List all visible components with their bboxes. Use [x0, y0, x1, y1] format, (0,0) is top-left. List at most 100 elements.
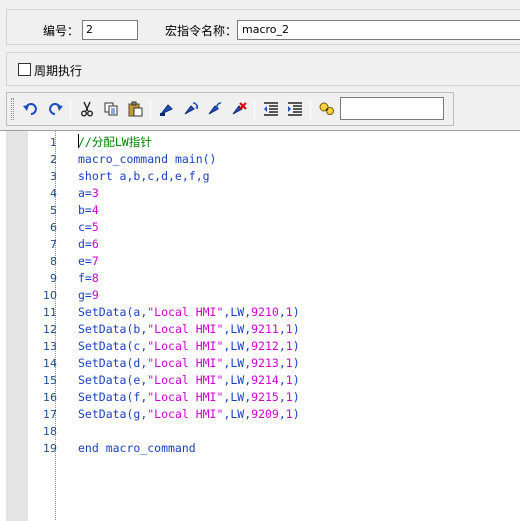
code-token: "Local HMI" — [147, 356, 224, 370]
code-text: SetData(d,"Local HMI",LW,9213,1) — [78, 355, 300, 372]
code-token: , — [278, 356, 286, 370]
code-token: 5 — [91, 220, 99, 234]
outdent-icon[interactable] — [260, 98, 282, 120]
code-token: ) — [292, 339, 300, 353]
code-text: g=9 — [78, 287, 99, 304]
line-number: 5 — [50, 204, 57, 217]
code-line: 4 a=3 — [0, 185, 520, 202]
code-token: 9215 — [251, 390, 279, 404]
code-text: //分配LW指针 — [78, 134, 152, 151]
line-number: 2 — [50, 153, 57, 166]
toolbar-grip[interactable] — [11, 98, 14, 120]
code-line: 11 SetData(a,"Local HMI",LW,9210,1) — [0, 304, 520, 321]
code-line: 12 SetData(b,"Local HMI",LW,9211,1) — [0, 321, 520, 338]
line-number: 16 — [43, 391, 57, 404]
code-token: , — [278, 390, 286, 404]
periodic-label[interactable]: 周期执行 — [34, 62, 82, 79]
indent-icon[interactable] — [284, 98, 306, 120]
code-text: SetData(c,"Local HMI",LW,9212,1) — [78, 338, 300, 355]
code-token: SetData — [78, 373, 127, 387]
undo-icon[interactable] — [20, 98, 42, 120]
cut-icon[interactable] — [76, 98, 98, 120]
macro-name-label: 宏指令名称： — [165, 24, 238, 38]
code-token: //分配LW指针 — [78, 135, 152, 149]
redo-icon[interactable] — [44, 98, 66, 120]
code-token: (a, — [126, 305, 148, 319]
code-text: e=7 — [78, 253, 99, 270]
macro-name-input[interactable]: macro_2 — [237, 20, 520, 40]
code-token: 7 — [91, 254, 99, 268]
code-token: 9210 — [251, 305, 279, 319]
code-line: 14 SetData(d,"Local HMI",LW,9213,1) — [0, 355, 520, 372]
code-token: 8 — [91, 271, 99, 285]
code-token: 9212 — [251, 339, 279, 353]
code-token: , — [278, 373, 286, 387]
code-token: 9211 — [251, 322, 279, 336]
code-token: SetData — [78, 305, 127, 319]
line-number: 18 — [43, 425, 57, 438]
code-token: ,LW, — [223, 305, 252, 319]
code-token: 3 — [91, 186, 99, 200]
line-number: 12 — [43, 323, 57, 336]
code-text: SetData(b,"Local HMI",LW,9211,1) — [78, 321, 300, 338]
code-token: SetData — [78, 407, 127, 421]
code-token: end macro_command — [78, 441, 196, 455]
id-label: 编号： — [43, 24, 80, 38]
code-line: 15 SetData(e,"Local HMI",LW,9214,1) — [0, 372, 520, 389]
code-text: end macro_command — [78, 440, 196, 457]
line-number: 1 — [50, 136, 57, 149]
toolbar-separator — [70, 99, 71, 119]
find-input[interactable] — [340, 97, 444, 120]
code-token: ) — [292, 390, 300, 404]
code-text: SetData(e,"Local HMI",LW,9214,1) — [78, 372, 300, 389]
code-editor[interactable]: 1//分配LW指针 2 macro_command main() 3 short a,b… — [0, 130, 520, 521]
code-token: e= — [78, 254, 92, 268]
code-token: d= — [78, 237, 92, 251]
code-line: 17 SetData(g,"Local HMI",LW,9209,1) — [0, 406, 520, 423]
code-text: a=3 — [78, 185, 99, 202]
code-token: 1 — [285, 339, 293, 353]
code-token: ) — [292, 305, 300, 319]
line-number: 8 — [50, 255, 57, 268]
code-token: ,LW, — [223, 339, 252, 353]
copy-icon[interactable] — [100, 98, 122, 120]
line-number: 15 — [43, 374, 57, 387]
find-icon[interactable] — [316, 98, 338, 120]
toolbar-separator — [254, 99, 255, 119]
code-text: SetData(f,"Local HMI",LW,9215,1) — [78, 389, 300, 406]
code-token: macro_command — [78, 152, 169, 166]
line-number: 3 — [50, 170, 57, 183]
periodic-checkbox[interactable] — [18, 63, 31, 76]
code-token: 1 — [285, 322, 293, 336]
code-token: , — [278, 305, 286, 319]
bookmark-prev-icon[interactable] — [204, 98, 226, 120]
code-text: SetData(a,"Local HMI",LW,9210,1) — [78, 304, 300, 321]
code-token: 4 — [91, 203, 99, 217]
code-token: "Local HMI" — [147, 305, 224, 319]
code-token: ) — [292, 373, 300, 387]
code-token: ) — [292, 322, 300, 336]
code-token: "Local HMI" — [147, 322, 224, 336]
line-number: 11 — [43, 306, 57, 319]
code-token: 9213 — [251, 356, 279, 370]
toolbar-separator — [310, 99, 311, 119]
line-number: 4 — [50, 187, 57, 200]
code-token: ) — [292, 356, 300, 370]
bookmark-clear-icon[interactable] — [228, 98, 250, 120]
code-token: ,LW, — [223, 390, 252, 404]
line-number: 14 — [43, 357, 57, 370]
toolbar-separator — [150, 99, 151, 119]
code-token: , — [278, 322, 286, 336]
code-text: SetData(g,"Local HMI",LW,9209,1) — [78, 406, 300, 423]
code-token: , — [278, 339, 286, 353]
code-token: 1 — [285, 407, 293, 421]
code-token: 9209 — [251, 407, 279, 421]
line-number: 17 — [43, 408, 57, 421]
options-panel — [6, 52, 520, 86]
id-input[interactable]: 2 — [82, 20, 138, 40]
code-token: "Local HMI" — [147, 373, 224, 387]
code-token: b= — [78, 203, 92, 217]
bookmark-toggle-icon[interactable] — [156, 98, 178, 120]
paste-icon[interactable] — [124, 98, 146, 120]
bookmark-next-icon[interactable] — [180, 98, 202, 120]
